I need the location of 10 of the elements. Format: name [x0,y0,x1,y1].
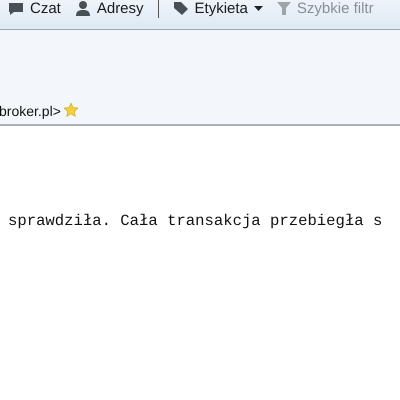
tag-icon [172,1,189,16]
toolbar-menu-button[interactable]: Etykieta [172,0,263,17]
message-text: sprawdziła. Cała transakcja przebiegła s [8,212,384,230]
toolbar-button[interactable]: Adresy [74,0,144,17]
speech-bubble-icon [8,2,24,16]
sender-address: broker.pl> [0,103,61,119]
person-icon [74,1,91,16]
star-icon [64,103,78,117]
caret-icon [254,6,263,11]
toolbar-button[interactable]: Czat [8,0,61,17]
